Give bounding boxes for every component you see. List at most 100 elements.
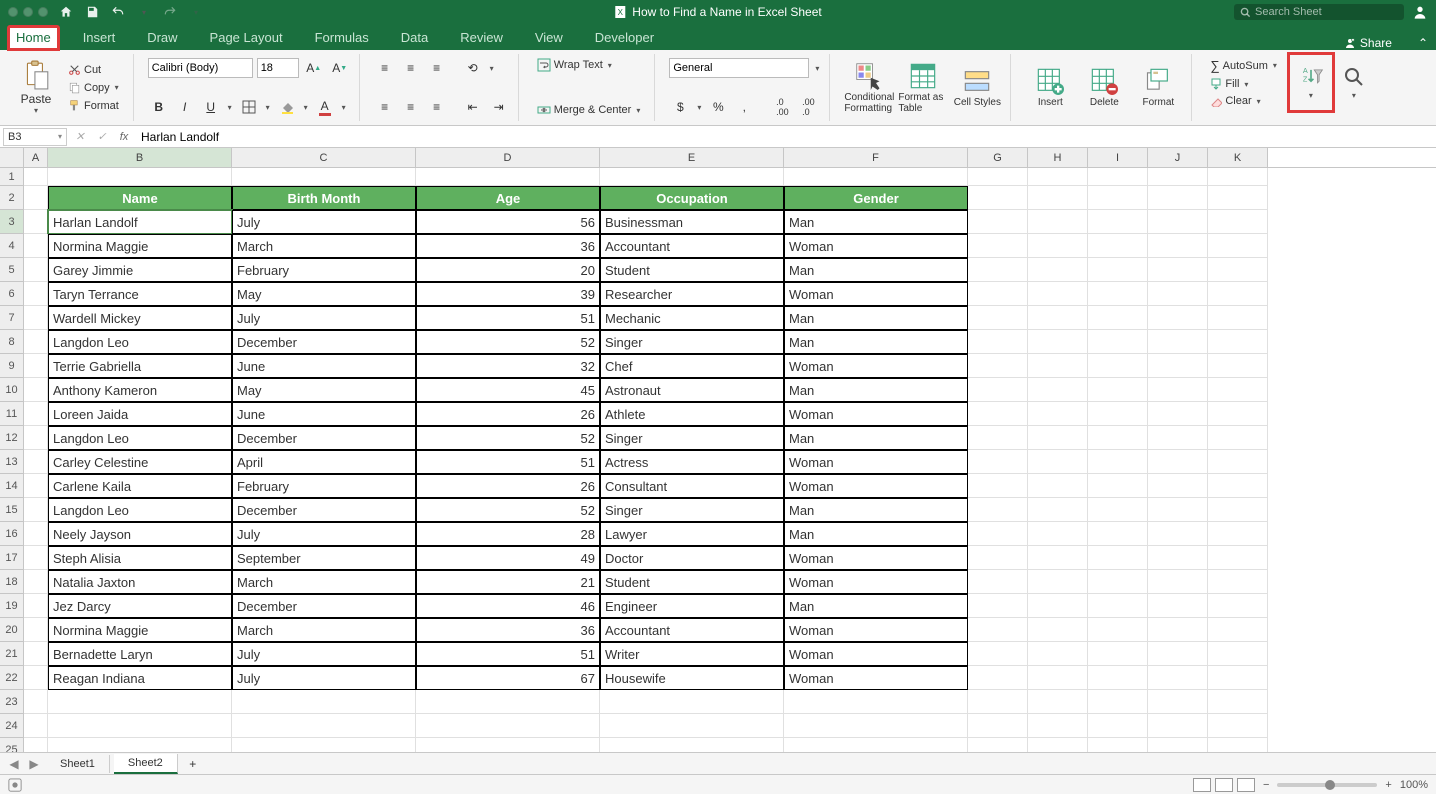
tab-page-layout[interactable]: Page Layout [202, 26, 291, 50]
cell[interactable]: Man [784, 258, 968, 282]
cell[interactable] [1148, 594, 1208, 618]
cell[interactable] [1088, 168, 1148, 186]
cell[interactable] [1148, 186, 1208, 210]
cell[interactable]: Taryn Terrance [48, 282, 232, 306]
cell[interactable] [1028, 306, 1088, 330]
cell[interactable] [416, 690, 600, 714]
font-color-dropdown[interactable] [340, 103, 348, 112]
cell[interactable] [24, 426, 48, 450]
increase-decimal-button[interactable]: .0.00 [771, 96, 793, 118]
redo-icon[interactable] [162, 4, 178, 20]
cell[interactable] [48, 690, 232, 714]
align-top-button[interactable]: ≡ [374, 57, 396, 79]
cell[interactable] [1088, 714, 1148, 738]
cell[interactable] [1148, 234, 1208, 258]
fill-color-button[interactable] [276, 96, 298, 118]
cell[interactable]: Housewife [600, 666, 784, 690]
copy-button[interactable]: Copy [64, 79, 125, 96]
page-layout-view-button[interactable] [1215, 778, 1233, 792]
cell[interactable] [1208, 354, 1268, 378]
cell[interactable]: April [232, 450, 416, 474]
cell[interactable]: Man [784, 594, 968, 618]
cell[interactable] [968, 186, 1028, 210]
cell[interactable]: July [232, 306, 416, 330]
cell[interactable]: Singer [600, 330, 784, 354]
cell[interactable] [968, 570, 1028, 594]
tab-formulas[interactable]: Formulas [307, 26, 377, 50]
cell[interactable] [1208, 426, 1268, 450]
cell[interactable]: Bernadette Laryn [48, 642, 232, 666]
col-header-G[interactable]: G [968, 148, 1028, 167]
cell[interactable] [968, 498, 1028, 522]
cell[interactable] [1148, 282, 1208, 306]
cell[interactable]: Carlene Kaila [48, 474, 232, 498]
underline-button[interactable]: U [200, 96, 222, 118]
cell[interactable] [968, 234, 1028, 258]
cell[interactable] [1208, 642, 1268, 666]
bold-button[interactable]: B [148, 96, 170, 118]
col-header-F[interactable]: F [784, 148, 968, 167]
font-color-button[interactable]: A [314, 96, 336, 118]
cell[interactable]: Engineer [600, 594, 784, 618]
find-button[interactable] [1339, 56, 1369, 109]
cell[interactable]: 20 [416, 258, 600, 282]
cell[interactable] [1208, 690, 1268, 714]
cell[interactable] [784, 690, 968, 714]
row-header-24[interactable]: 24 [0, 714, 23, 738]
cell[interactable] [1028, 498, 1088, 522]
align-bottom-button[interactable]: ≡ [426, 57, 448, 79]
cell[interactable] [1088, 186, 1148, 210]
col-header-B[interactable]: B [48, 148, 232, 167]
cell[interactable]: Gender [784, 186, 968, 210]
cell[interactable] [1028, 666, 1088, 690]
select-all-corner[interactable] [0, 148, 24, 167]
cell[interactable]: 36 [416, 234, 600, 258]
col-header-H[interactable]: H [1028, 148, 1088, 167]
cell[interactable] [232, 714, 416, 738]
align-left-button[interactable]: ≡ [374, 96, 396, 118]
cell[interactable] [1208, 402, 1268, 426]
cell[interactable]: 46 [416, 594, 600, 618]
cell[interactable] [24, 306, 48, 330]
cell[interactable]: May [232, 378, 416, 402]
cell[interactable]: Man [784, 522, 968, 546]
cell[interactable] [968, 168, 1028, 186]
cell[interactable]: Normina Maggie [48, 618, 232, 642]
cell[interactable] [24, 522, 48, 546]
insert-cells-button[interactable]: Insert [1025, 67, 1075, 108]
cell[interactable] [24, 474, 48, 498]
cell[interactable]: 56 [416, 210, 600, 234]
cell[interactable]: Woman [784, 282, 968, 306]
cell[interactable] [600, 168, 784, 186]
share-button[interactable]: + Share [1344, 36, 1392, 50]
cell[interactable] [416, 738, 600, 752]
cell[interactable] [1088, 618, 1148, 642]
cell[interactable] [1028, 258, 1088, 282]
cell[interactable]: June [232, 354, 416, 378]
row-header-6[interactable]: 6 [0, 282, 23, 306]
cell[interactable] [1028, 738, 1088, 752]
cell[interactable]: Langdon Leo [48, 330, 232, 354]
cell[interactable]: Researcher [600, 282, 784, 306]
cell[interactable]: Langdon Leo [48, 426, 232, 450]
cell[interactable] [968, 594, 1028, 618]
cancel-button[interactable]: ✕ [71, 128, 89, 146]
cell[interactable] [1148, 738, 1208, 752]
zoom-level[interactable]: 100% [1400, 779, 1428, 791]
row-header-10[interactable]: 10 [0, 378, 23, 402]
tab-data[interactable]: Data [393, 26, 436, 50]
cell[interactable] [1148, 258, 1208, 282]
orientation-dropdown[interactable] [488, 64, 496, 73]
cell[interactable] [968, 378, 1028, 402]
cell[interactable] [1148, 498, 1208, 522]
cell[interactable] [1148, 690, 1208, 714]
cell[interactable] [968, 714, 1028, 738]
cell[interactable] [1028, 546, 1088, 570]
cell[interactable] [1088, 426, 1148, 450]
cell[interactable]: 21 [416, 570, 600, 594]
cell[interactable]: Wardell Mickey [48, 306, 232, 330]
cell[interactable]: July [232, 522, 416, 546]
cell[interactable] [1208, 714, 1268, 738]
cell[interactable]: Actress [600, 450, 784, 474]
cell[interactable]: Langdon Leo [48, 498, 232, 522]
